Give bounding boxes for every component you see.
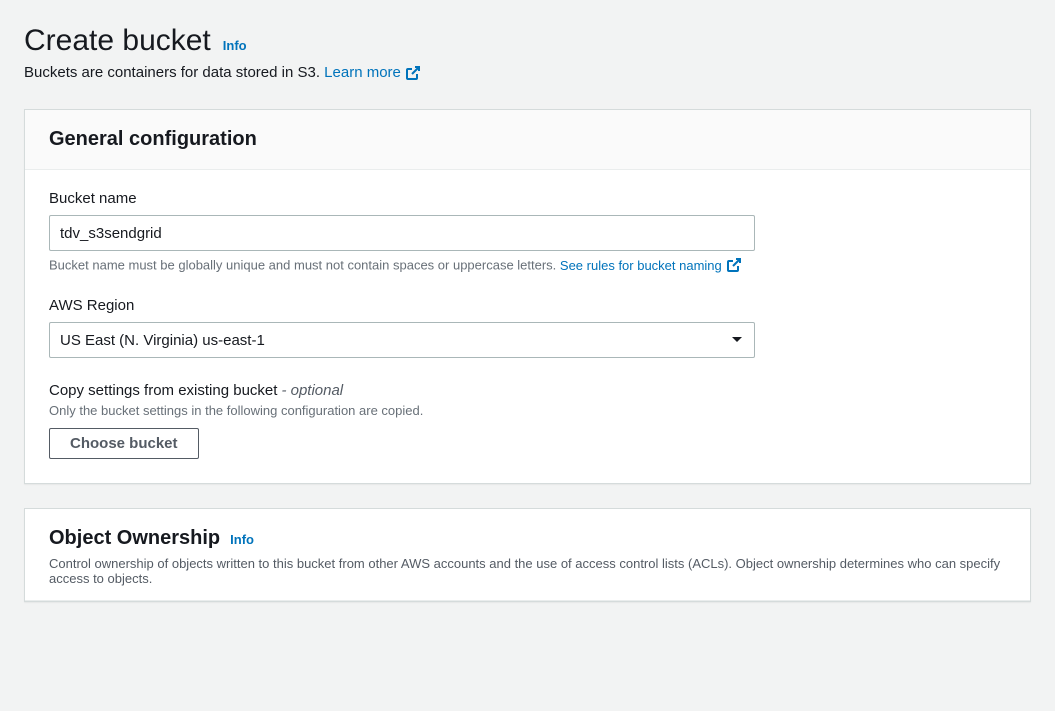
- external-link-icon: [405, 65, 421, 81]
- page-subtitle: Buckets are containers for data stored i…: [24, 64, 1031, 81]
- bucket-naming-rules-text: See rules for bucket naming: [560, 258, 722, 273]
- object-ownership-panel: Object Ownership Info Control ownership …: [24, 508, 1031, 602]
- aws-region-label: AWS Region: [49, 297, 1006, 314]
- optional-tag: - optional: [281, 382, 343, 399]
- bucket-name-input[interactable]: [49, 215, 755, 251]
- bucket-name-group: Bucket name Bucket name must be globally…: [49, 190, 1006, 273]
- page-title: Create bucket: [24, 24, 211, 58]
- learn-more-text: Learn more: [324, 64, 401, 81]
- general-configuration-panel: General configuration Bucket name Bucket…: [24, 109, 1031, 484]
- info-link[interactable]: Info: [223, 38, 247, 53]
- object-ownership-info-link[interactable]: Info: [230, 532, 254, 547]
- copy-settings-label: Copy settings from existing bucket: [49, 382, 277, 399]
- choose-bucket-button[interactable]: Choose bucket: [49, 428, 199, 459]
- subtitle-text: Buckets are containers for data stored i…: [24, 64, 324, 81]
- learn-more-link[interactable]: Learn more: [324, 64, 421, 81]
- general-config-header: General configuration: [25, 110, 1030, 170]
- general-config-body: Bucket name Bucket name must be globally…: [25, 170, 1030, 483]
- bucket-naming-rules-link[interactable]: See rules for bucket naming: [560, 257, 742, 273]
- object-ownership-title: Object Ownership: [49, 527, 220, 550]
- external-link-icon: [726, 257, 742, 273]
- general-config-title: General configuration: [49, 128, 257, 151]
- object-ownership-subtitle: Control ownership of objects written to …: [49, 556, 1006, 586]
- object-ownership-header: Object Ownership Info Control ownership …: [25, 509, 1030, 601]
- copy-settings-label-row: Copy settings from existing bucket - opt…: [49, 382, 1006, 399]
- object-ownership-title-row: Object Ownership Info: [49, 527, 1006, 550]
- bucket-name-hint: Bucket name must be globally unique and …: [49, 257, 1006, 273]
- aws-region-group: AWS Region US East (N. Virginia) us-east…: [49, 297, 1006, 358]
- bucket-name-label: Bucket name: [49, 190, 1006, 207]
- aws-region-selected: US East (N. Virginia) us-east-1: [60, 332, 265, 349]
- page-header: Create bucket Info Buckets are container…: [24, 24, 1031, 81]
- copy-settings-group: Copy settings from existing bucket - opt…: [49, 382, 1006, 459]
- bucket-name-hint-text: Bucket name must be globally unique and …: [49, 258, 560, 273]
- copy-settings-hint: Only the bucket settings in the followin…: [49, 403, 1006, 418]
- page-title-row: Create bucket Info: [24, 24, 1031, 58]
- aws-region-select[interactable]: US East (N. Virginia) us-east-1: [49, 322, 755, 358]
- aws-region-select-wrapper: US East (N. Virginia) us-east-1: [49, 322, 755, 358]
